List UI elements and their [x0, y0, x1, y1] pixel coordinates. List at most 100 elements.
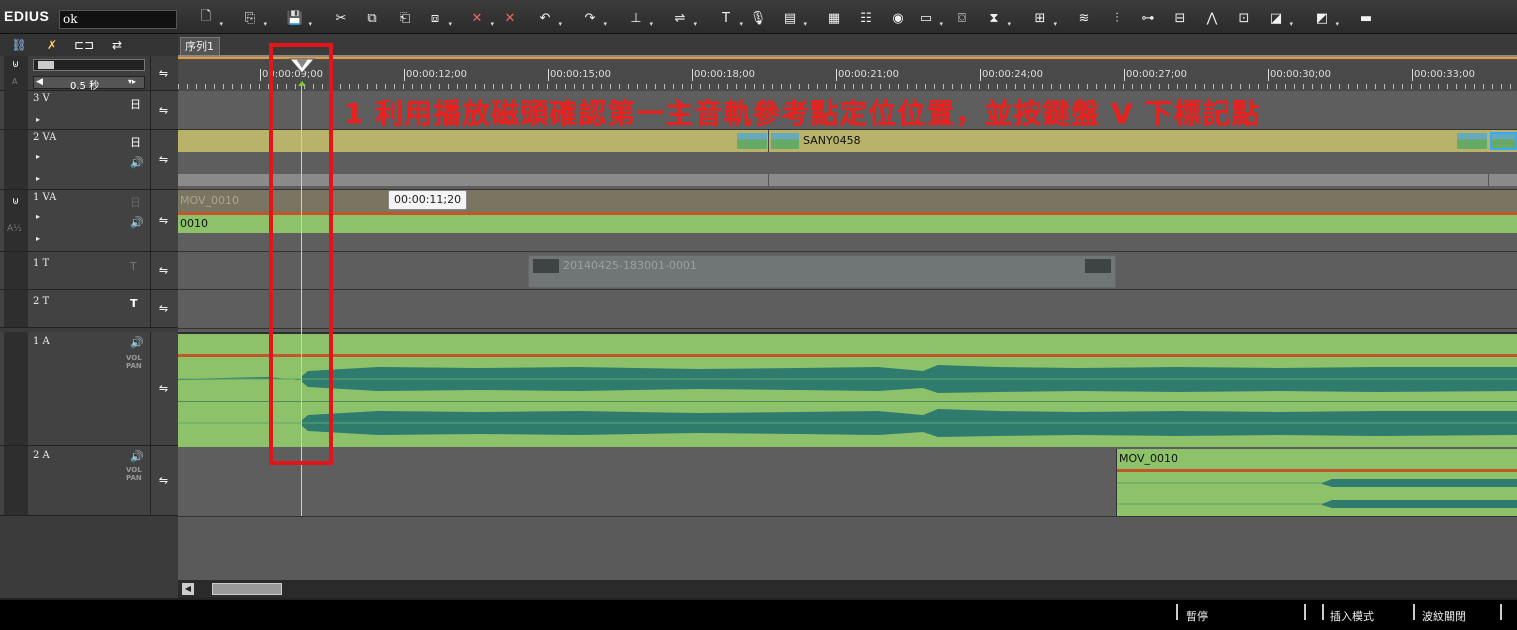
- lane-2t[interactable]: [178, 290, 1517, 329]
- status-insert-mode[interactable]: 插入模式: [1330, 608, 1374, 624]
- color-wheel-icon[interactable]: ◉: [888, 8, 908, 28]
- undo-icon[interactable]: ↶ ▾: [535, 8, 562, 29]
- ripple-delete-icon[interactable]: ✕: [500, 8, 520, 28]
- expand-triangle-icon[interactable]: ▸: [36, 152, 40, 161]
- save-icon[interactable]: 💾 ▾: [285, 8, 312, 29]
- track-expand-icon[interactable]: ⇋: [150, 446, 176, 515]
- title-mute-icon[interactable]: T: [130, 260, 137, 273]
- track-expand-icon[interactable]: ⇋: [150, 190, 176, 251]
- zoom-select[interactable]: ◀ 0.5 秒 ▾▸: [33, 76, 145, 92]
- cut-icon[interactable]: ✂: [331, 8, 351, 28]
- filmstrip-icon[interactable]: ⧗ ▾: [984, 8, 1011, 29]
- horizontal-scrollbar[interactable]: ◀: [178, 580, 1517, 598]
- timecode-ruler[interactable]: 00:00:09;00 00:00:12;00 00:00:15;00 00:00:1…: [178, 57, 1517, 91]
- tab-sequence[interactable]: 序列1: [180, 37, 220, 55]
- vol-pan-label[interactable]: VOL PAN: [126, 354, 142, 370]
- paste-icon[interactable]: ⎗: [395, 8, 415, 28]
- clip-audio-1va[interactable]: 0010: [178, 215, 1517, 233]
- transition-icon[interactable]: ◪ ▾: [1266, 8, 1293, 29]
- clip-title[interactable]: 20140425-183001-0001: [528, 255, 1116, 288]
- effect-icon[interactable]: ◩ ▾: [1312, 8, 1339, 29]
- lane-1t[interactable]: 20140425-183001-0001: [178, 252, 1517, 290]
- camera-icon[interactable]: ⌼: [952, 8, 972, 28]
- status-ripple[interactable]: 波紋關閉: [1422, 608, 1466, 624]
- vol-pan-label[interactable]: VOL PAN: [126, 466, 142, 482]
- mixer-icon[interactable]: ☷: [856, 8, 876, 28]
- annotation-text: 1 利用播放磁頭確認第一主音軌參考點定位位置，並按鍵盤 V 下標記點: [344, 97, 1261, 130]
- new-sequence-icon[interactable]: 🗋 ▾: [196, 8, 223, 28]
- expand-all-icon[interactable]: ⇋: [150, 56, 176, 91]
- track-expand-icon[interactable]: ⇋: [150, 290, 176, 327]
- copy-icon[interactable]: ⧉: [362, 8, 382, 28]
- track-ripple-icon[interactable]: ⇄: [106, 37, 128, 53]
- waveform-icon[interactable]: ≋: [1074, 8, 1094, 28]
- clip-video-1va[interactable]: MOV_0010: [178, 190, 1517, 212]
- window-icon[interactable]: ▭ ▾: [916, 8, 943, 29]
- lane-2va[interactable]: SANY0458: [178, 130, 1517, 190]
- lane-1a[interactable]: [178, 332, 1517, 447]
- track-expand-icon[interactable]: ⇋: [150, 130, 176, 189]
- expand-triangle-icon[interactable]: ▸: [36, 212, 40, 221]
- project-name-field[interactable]: ok: [59, 10, 177, 29]
- scroll-thumb[interactable]: [212, 583, 282, 595]
- track-expand-icon[interactable]: ⇋: [150, 332, 176, 445]
- clip-divider: [1488, 174, 1489, 186]
- track-expand-icon[interactable]: ⇋: [150, 91, 176, 129]
- clip-video-2va[interactable]: SANY0458: [178, 130, 1517, 152]
- fullscreen-icon[interactable]: ▬: [1356, 8, 1376, 28]
- magnet-icon[interactable]: ⊍: [12, 196, 19, 207]
- scroll-left-icon[interactable]: ◀: [182, 583, 194, 595]
- replace-icon[interactable]: ⧈ ▾: [425, 8, 452, 29]
- speaker-icon[interactable]: 🔊: [130, 156, 144, 169]
- track-header-1a[interactable]: 1 A 🔊 VOL PAN ⇋: [0, 332, 178, 446]
- track-sync-icon[interactable]: ⊏⊐: [73, 37, 95, 53]
- render-icon[interactable]: ▤ ▾: [780, 8, 807, 29]
- track-header-1t[interactable]: 1 T T ⇋: [0, 252, 178, 290]
- keyframe-icon[interactable]: ⋀: [1202, 8, 1222, 28]
- expand-triangle-icon[interactable]: ▸: [36, 115, 40, 124]
- timeline-area[interactable]: SANY0458 MOV_0010 0010 20140425-183001-0…: [178, 91, 1517, 580]
- video-mute-icon[interactable]: 日: [130, 134, 141, 150]
- zoom-dropdown-icon[interactable]: ▾▸: [128, 77, 136, 86]
- open-project-icon[interactable]: ⎘ ▾: [240, 8, 267, 29]
- zoom-slider-thumb[interactable]: [38, 61, 54, 69]
- track-header-2va[interactable]: 2 VA ▸ ▸ 日 🔊 ⇋: [0, 130, 178, 190]
- split-icon[interactable]: ⫶: [1107, 8, 1127, 28]
- clip-audio-2a[interactable]: MOV_0010: [1116, 449, 1517, 516]
- track-header-2t[interactable]: 2 T T ⇋: [0, 290, 178, 328]
- in-out-icon[interactable]: ⊥ ▾: [626, 8, 653, 29]
- lane-1va[interactable]: MOV_0010 0010: [178, 190, 1517, 252]
- track-link-icon[interactable]: ⛓: [8, 37, 30, 53]
- grid-icon[interactable]: ▦: [824, 8, 844, 28]
- multicam-icon[interactable]: ⊞ ▾: [1030, 8, 1057, 29]
- ruler-tick: [548, 69, 549, 81]
- timecode-tooltip: 00:00:11;20: [388, 190, 468, 210]
- redo-icon[interactable]: ↷ ▾: [580, 8, 607, 29]
- zoom-prev-icon[interactable]: ◀: [36, 77, 43, 87]
- clip-audio-2va[interactable]: [178, 174, 1517, 186]
- track-split-icon[interactable]: ✗: [41, 37, 63, 53]
- capture-icon[interactable]: ⊡: [1234, 8, 1254, 28]
- magnet-icon[interactable]: ⊍: [12, 59, 19, 70]
- video-mute-icon[interactable]: 日: [130, 96, 141, 112]
- zoom-slider[interactable]: [33, 59, 145, 71]
- track-expand-icon[interactable]: ⇋: [150, 252, 176, 289]
- microphone-icon[interactable]: 🎙: [748, 8, 768, 28]
- network-icon[interactable]: ⊶: [1138, 8, 1158, 28]
- expand-audio-triangle-icon[interactable]: ▸: [36, 234, 40, 243]
- sync-icon[interactable]: ⇌ ▾: [670, 8, 697, 29]
- track-header-2a[interactable]: 2 A 🔊 VOL PAN ⇋: [0, 446, 178, 516]
- video-mute-icon[interactable]: 日: [130, 194, 141, 210]
- expand-audio-triangle-icon[interactable]: ▸: [36, 174, 40, 183]
- speaker-icon[interactable]: 🔊: [130, 336, 144, 349]
- speaker-icon[interactable]: 🔊: [130, 216, 144, 229]
- layout-icon[interactable]: ⊟: [1170, 8, 1190, 28]
- title-mute-icon[interactable]: T: [130, 297, 138, 310]
- track-header-3v[interactable]: 3 V ▸ 日 ⇋: [0, 91, 178, 130]
- title-icon[interactable]: T ▾: [716, 8, 743, 29]
- lane-2a[interactable]: MOV_0010: [178, 447, 1517, 517]
- track-header-1va[interactable]: ⊍ A½ 1 VA ▸ ▸ 日 🔊 ⇋: [0, 190, 178, 252]
- clip-audio-1a[interactable]: [178, 334, 1517, 356]
- delete-icon[interactable]: ✕ ▾: [467, 8, 494, 29]
- speaker-icon[interactable]: 🔊: [130, 450, 144, 463]
